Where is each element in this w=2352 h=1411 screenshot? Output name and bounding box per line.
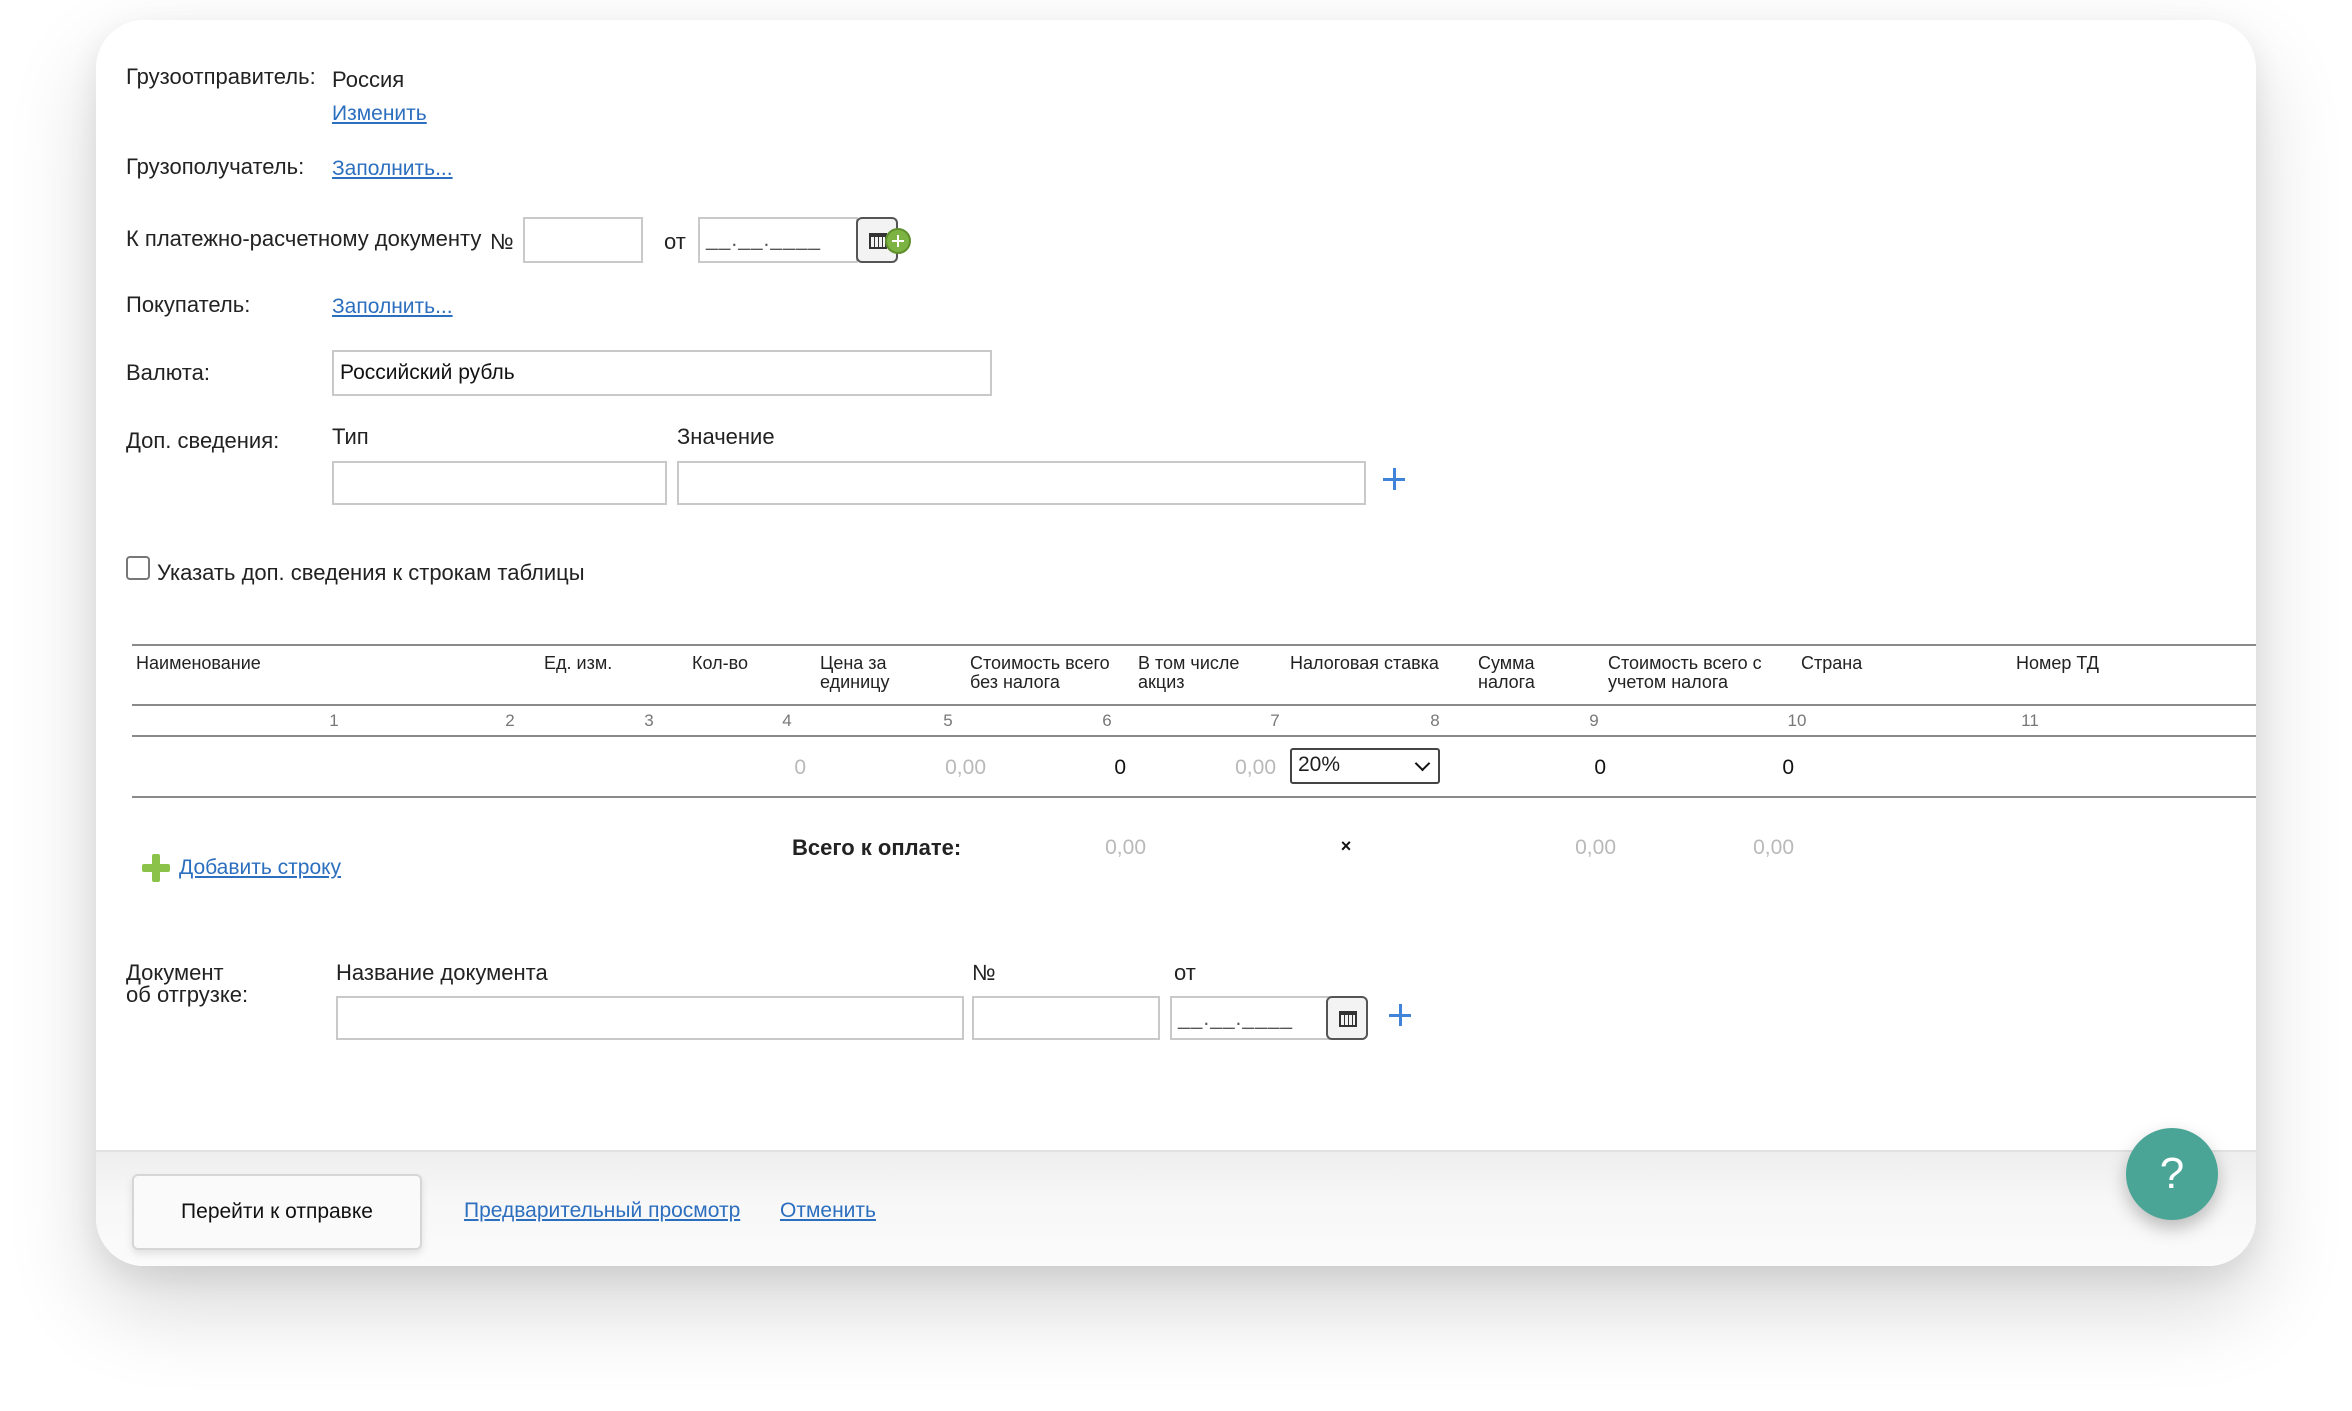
shipper-change-link[interactable]: Изменить [332,101,427,127]
row-extra-info-checkbox-label: Указать доп. сведения к строкам таблицы [157,560,585,585]
shipment-doc-name-label: Название документа [336,960,548,985]
shipment-doc-name-input[interactable] [336,996,964,1040]
preview-link[interactable]: Предварительный просмотр [464,1198,740,1224]
col-header-excise: В том числе акциз [1138,653,1240,692]
shipper-value: Россия [332,67,405,92]
payment-doc-label: К платежно-расчетному документу [126,226,482,251]
col-header-unit: Ед. изм. [544,653,613,673]
row-extra-info-checkbox[interactable] [126,556,150,580]
totals-label: Всего к оплате: [792,835,962,860]
add-row-link[interactable]: Добавить строку [179,855,341,881]
payment-doc-date-input[interactable]: __.__.____ [698,217,858,263]
col-number-5: 5 [943,711,953,730]
col-number-8: 8 [1430,711,1440,730]
row-tax-rate-select[interactable]: 20% [1290,748,1440,784]
submit-button[interactable]: Перейти к отправке [132,1174,422,1250]
row-tax-sum-value: 0 [1594,756,1606,779]
extra-info-value-label: Значение [677,424,775,449]
shipment-doc-from-label: от [1174,960,1196,985]
table-row-border [132,796,2256,798]
col-number-1: 1 [329,711,339,730]
row-price-value[interactable]: 0,00 [876,756,986,780]
col-header-qty: Кол-во [692,653,748,673]
col-number-9: 9 [1589,711,1599,730]
col-header-tax-rate: Налоговая ставка [1290,653,1439,673]
col-header-price: Цена за единицу [820,653,890,692]
extra-info-type-input[interactable] [332,461,667,505]
totals-no-tax-value: 0,00 [1105,836,1146,859]
form-footer: Перейти к отправке Предварительный просм… [96,1150,2256,1266]
col-header-customs-number: Номер ТД [2016,653,2099,673]
table-header-border [132,704,2256,706]
extra-info-type-label: Тип [332,424,369,449]
consignee-label: Грузополучатель: [126,154,305,179]
table-colnum-border [132,735,2256,737]
col-number-3: 3 [644,711,654,730]
consignee-fill-link[interactable]: Заполнить... [332,156,453,182]
col-number-4: 4 [782,711,792,730]
row-total-no-tax-value: 0 [1114,756,1126,779]
shipment-doc-number-input[interactable] [972,996,1160,1040]
shipment-doc-label: Документ об отгрузке: [126,960,249,1007]
add-payment-doc-icon[interactable] [885,228,911,254]
totals-with-tax-value: 0,00 [1753,836,1794,859]
col-number-7: 7 [1270,711,1280,730]
buyer-label: Покупатель: [126,292,251,317]
col-number-11: 11 [2021,711,2039,730]
invoice-form-card: Грузоотправитель: Россия Изменить Грузоп… [96,20,2256,1266]
col-header-country: Страна [1801,653,1863,673]
chevron-down-icon [1414,755,1431,772]
buyer-fill-link[interactable]: Заполнить... [332,294,453,320]
shipment-doc-num-label: № [972,960,996,985]
table-top-border [132,644,2256,646]
add-row-icon[interactable] [142,854,170,882]
col-header-tax-sum: Сумма налога [1478,653,1535,692]
col-number-10: 10 [1787,711,1807,730]
help-button[interactable]: ? [2126,1128,2218,1220]
extra-info-label: Доп. сведения: [126,428,280,453]
row-excise-value[interactable]: 0,00 [1166,756,1276,780]
row-total-with-tax-value: 0 [1782,756,1794,779]
col-number-2: 2 [505,711,515,730]
shipment-doc-calendar-button[interactable] [1326,996,1368,1040]
payment-doc-num-label: № [490,229,514,254]
calendar-icon [1339,1011,1357,1027]
payment-doc-from-label: от [664,229,686,254]
col-header-total-no-tax: Стоимость всего без налога [970,653,1110,692]
cancel-link[interactable]: Отменить [780,1198,876,1224]
extra-info-value-input[interactable] [677,461,1366,505]
row-qty-value[interactable]: 0 [716,756,806,780]
add-shipment-doc-icon[interactable] [1389,1004,1411,1026]
col-header-name: Наименование [136,653,261,673]
currency-label: Валюта: [126,360,210,385]
col-number-6: 6 [1102,711,1112,730]
totals-tax-rate-value: × [1340,836,1352,856]
col-header-total-with-tax: Стоимость всего с учетом налога [1608,653,1762,692]
totals-tax-sum-value: 0,00 [1575,836,1616,859]
shipper-label: Грузоотправитель: [126,64,316,89]
payment-doc-number-input[interactable] [523,217,643,263]
currency-input[interactable]: Российский рубль [332,350,992,396]
add-extra-info-icon[interactable] [1383,468,1405,490]
shipment-doc-date-input[interactable]: __.__.____ [1170,996,1330,1040]
